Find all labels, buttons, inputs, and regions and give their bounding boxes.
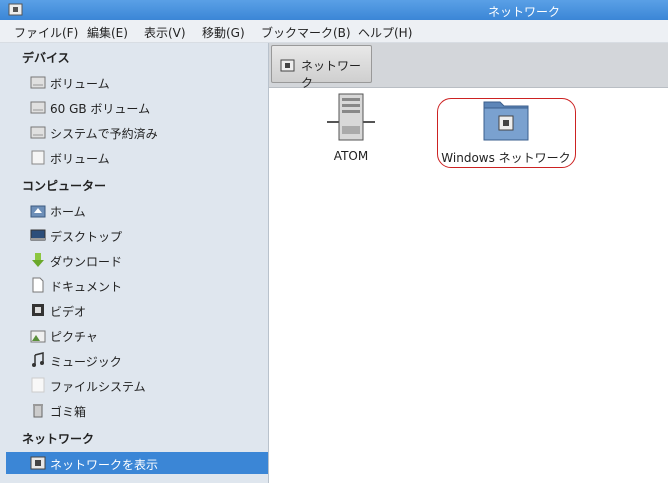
- window-title: ネットワーク: [487, 5, 560, 19]
- home-icon: [30, 205, 46, 218]
- sidebar-header-devices: デバイス: [22, 51, 70, 65]
- drive-icon: [30, 101, 46, 114]
- sidebar-item-desktop[interactable]: デスクトップ: [30, 224, 266, 246]
- sidebar-item-label: ネットワークを表示: [50, 458, 159, 472]
- sidebar-item-label: デスクトップ: [50, 230, 123, 244]
- title-bar: ネットワーク: [0, 0, 668, 20]
- sidebar-item-label: 60 GB ボリューム: [50, 102, 151, 116]
- drive-icon: [31, 150, 45, 165]
- breadcrumb-label: ネットワーク: [301, 59, 362, 90]
- sidebar-item-documents[interactable]: ドキュメント: [30, 274, 266, 296]
- sidebar-item-music[interactable]: ミュージック: [30, 349, 266, 371]
- sidebar-item-browse-network[interactable]: ネットワークを表示: [6, 452, 268, 474]
- network-folder-icon: [483, 101, 529, 141]
- sidebar-header-computer: コンピューター: [22, 179, 107, 193]
- sidebar-item-label: ファイルシステム: [50, 380, 146, 394]
- file-item-windows-network[interactable]: Windows ネットワーク: [441, 92, 571, 165]
- sidebar-item-label: ドキュメント: [50, 280, 123, 294]
- file-item-atom[interactable]: ATOM: [321, 92, 381, 164]
- sidebar-item-label: システムで予約済み: [50, 127, 158, 141]
- download-arrow-icon: [32, 253, 44, 267]
- file-item-label: ATOM: [333, 149, 369, 163]
- sidebar-item-pictures[interactable]: ピクチャ: [30, 324, 266, 346]
- sidebar-item-label: ゴミ箱: [50, 405, 87, 419]
- sidebar-item-label: ボリューム: [50, 77, 110, 91]
- path-bar: ネットワーク: [269, 43, 668, 90]
- menu-bookmarks[interactable]: ブックマーク(B): [261, 24, 351, 41]
- picture-icon: [30, 330, 46, 343]
- filesystem-icon: [31, 377, 45, 393]
- sidebar-item-home[interactable]: ホーム: [30, 199, 266, 221]
- server-icon: [327, 93, 375, 141]
- music-note-icon: [32, 352, 44, 367]
- network-icon: [280, 59, 295, 72]
- sidebar-item-label: ホーム: [50, 205, 86, 219]
- drive-icon: [30, 76, 46, 89]
- sidebar-item-label: ボリューム: [50, 152, 110, 166]
- document-icon: [32, 277, 44, 293]
- file-item-label: Windows ネットワーク: [441, 151, 571, 165]
- desktop-icon: [30, 229, 46, 241]
- menu-help[interactable]: ヘルプ(H): [358, 24, 412, 41]
- trash-icon: [33, 404, 43, 418]
- sidebar-item-label: ピクチャ: [50, 330, 98, 344]
- sidebar-item-label: ダウンロード: [50, 255, 123, 269]
- menu-edit[interactable]: 編集(E): [87, 24, 128, 41]
- sidebar-item-videos[interactable]: ビデオ: [30, 299, 266, 321]
- sidebar-item-volume-1[interactable]: ボリューム: [30, 71, 266, 93]
- file-view: ATOM Windows ネットワーク: [269, 88, 668, 483]
- menu-go[interactable]: 移動(G): [202, 24, 245, 41]
- menu-bar: ファイル(F) 編集(E) 表示(V) 移動(G) ブックマーク(B) ヘルプ(…: [0, 20, 668, 43]
- sidebar-header-network: ネットワーク: [22, 432, 95, 446]
- sidebar: デバイス ボリューム 60 GB ボリューム システムで予約済み ボリューム コ…: [0, 43, 269, 483]
- sidebar-item-filesystem[interactable]: ファイルシステム: [30, 374, 266, 396]
- sidebar-item-system-reserved[interactable]: システムで予約済み: [30, 121, 266, 143]
- sidebar-item-trash[interactable]: ゴミ箱: [30, 399, 266, 421]
- menu-file[interactable]: ファイル(F): [14, 24, 78, 41]
- sidebar-item-volume-60gb[interactable]: 60 GB ボリューム: [30, 96, 266, 118]
- drive-icon: [30, 126, 46, 139]
- network-icon: [30, 456, 46, 470]
- sidebar-item-label: ビデオ: [50, 305, 87, 319]
- sidebar-item-volume-2[interactable]: ボリューム: [30, 146, 266, 168]
- film-icon: [32, 304, 44, 316]
- sidebar-item-downloads[interactable]: ダウンロード: [30, 249, 266, 271]
- sidebar-item-label: ミュージック: [50, 355, 122, 369]
- breadcrumb-network[interactable]: ネットワーク: [271, 45, 372, 90]
- menu-view[interactable]: 表示(V): [144, 24, 186, 41]
